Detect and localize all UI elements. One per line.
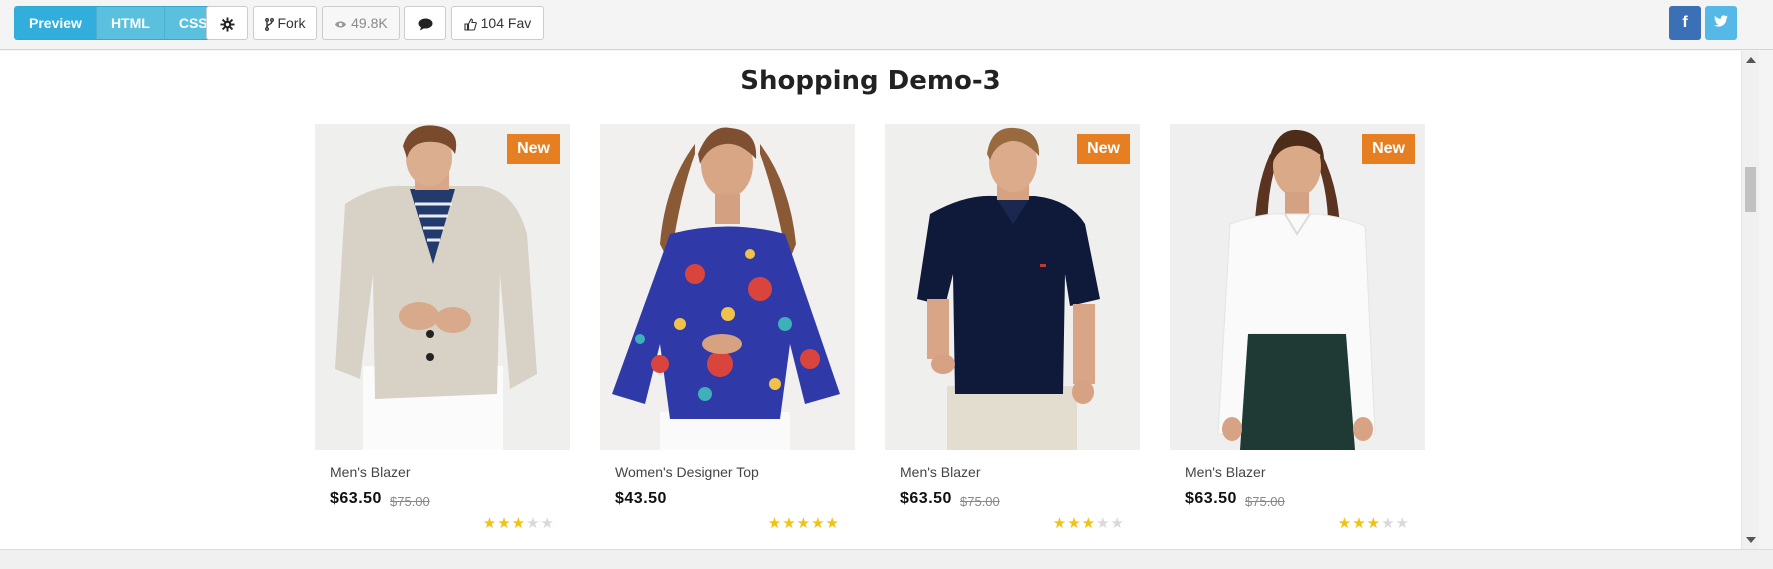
star-icon: ★ (1381, 515, 1396, 532)
tab-preview[interactable]: Preview (15, 7, 97, 39)
bottom-bar (0, 549, 1773, 569)
product-name[interactable]: Men's Blazer (330, 464, 410, 480)
editor-toolbar: Preview HTML CSS Fork 49.8K 104 Fav f (0, 0, 1773, 50)
product-rating: ★★★★★ (483, 514, 555, 532)
page-title: Shopping Demo-3 (740, 66, 1001, 96)
product-image[interactable] (885, 124, 1140, 450)
star-icon: ★ (526, 515, 541, 532)
scroll-down-arrow-icon[interactable] (1746, 537, 1756, 543)
product-old-price: $75.00 (390, 494, 430, 509)
preview-frame: Shopping Demo-3 New Men's Blazer $63.50 … (0, 51, 1741, 549)
new-badge: New (1077, 134, 1130, 164)
twitter-share-button[interactable] (1705, 6, 1737, 40)
thumbs-up-icon (464, 15, 481, 31)
product-name[interactable]: Men's Blazer (1185, 464, 1265, 480)
product-image[interactable] (1170, 124, 1425, 450)
star-icon: ★ (497, 515, 512, 532)
fav-label: 104 Fav (480, 15, 532, 31)
star-icon: ★ (482, 515, 498, 532)
star-icon: ★ (811, 515, 826, 532)
new-badge: New (507, 134, 560, 164)
product-rating: ★★★★★ (768, 514, 840, 532)
gear-icon (219, 15, 235, 32)
star-icon: ★ (825, 515, 840, 532)
comments-button[interactable] (404, 6, 446, 40)
fork-label: Fork (277, 15, 306, 31)
star-icon: ★ (540, 515, 555, 532)
star-icon: ★ (767, 515, 783, 532)
star-icon: ★ (1395, 515, 1410, 532)
product-price: $63.50 (900, 490, 952, 507)
star-icon: ★ (1096, 515, 1111, 532)
fork-icon (264, 15, 278, 31)
scroll-up-arrow-icon[interactable] (1746, 57, 1756, 63)
product-price: $43.50 (615, 490, 667, 507)
product-price: $63.50 (1185, 490, 1237, 507)
tab-html[interactable]: HTML (96, 7, 165, 39)
fork-button[interactable]: Fork (253, 6, 317, 40)
fav-button[interactable]: 104 Fav (451, 6, 544, 40)
product-rating: ★★★★★ (1053, 514, 1125, 532)
eye-icon (334, 15, 351, 31)
product-image[interactable] (315, 124, 570, 450)
scrollbar-thumb[interactable] (1745, 167, 1756, 212)
star-icon: ★ (1052, 515, 1068, 532)
new-badge: New (1362, 134, 1415, 164)
product-name[interactable]: Women's Designer Top (615, 464, 759, 480)
product-name[interactable]: Men's Blazer (900, 464, 980, 480)
star-icon: ★ (796, 515, 812, 532)
settings-button[interactable] (206, 6, 248, 40)
product-old-price: $75.00 (1245, 494, 1285, 509)
views-label: 49.8K (351, 15, 388, 31)
comment-icon (418, 15, 433, 31)
view-tab-group: Preview HTML CSS (14, 6, 223, 40)
star-icon: ★ (1110, 515, 1125, 532)
product-rating: ★★★★★ (1338, 514, 1410, 532)
views-counter: 49.8K (322, 6, 400, 40)
star-icon: ★ (1366, 515, 1382, 532)
star-icon: ★ (511, 515, 527, 532)
star-icon: ★ (1081, 515, 1097, 532)
product-old-price: $75.00 (960, 494, 1000, 509)
facebook-icon: f (1682, 14, 1688, 31)
star-icon: ★ (1352, 515, 1367, 532)
star-icon: ★ (1067, 515, 1082, 532)
product-card[interactable]: New Men's Blazer $63.50 $75.00 ★★★★★ (1170, 124, 1425, 549)
product-price: $63.50 (330, 490, 382, 507)
product-card[interactable]: Women's Designer Top $43.50 ★★★★★ (600, 124, 855, 549)
product-image[interactable] (600, 124, 855, 450)
product-card[interactable]: New Men's Blazer $63.50 $75.00 ★★★★★ (885, 124, 1140, 549)
star-icon: ★ (1337, 515, 1353, 532)
twitter-icon (1714, 14, 1728, 31)
star-icon: ★ (782, 515, 797, 532)
product-card[interactable]: New Men's Blazer $63.50 $75.00 ★★★★★ (315, 124, 570, 549)
facebook-share-button[interactable]: f (1669, 6, 1701, 40)
vertical-scrollbar[interactable] (1741, 51, 1759, 549)
